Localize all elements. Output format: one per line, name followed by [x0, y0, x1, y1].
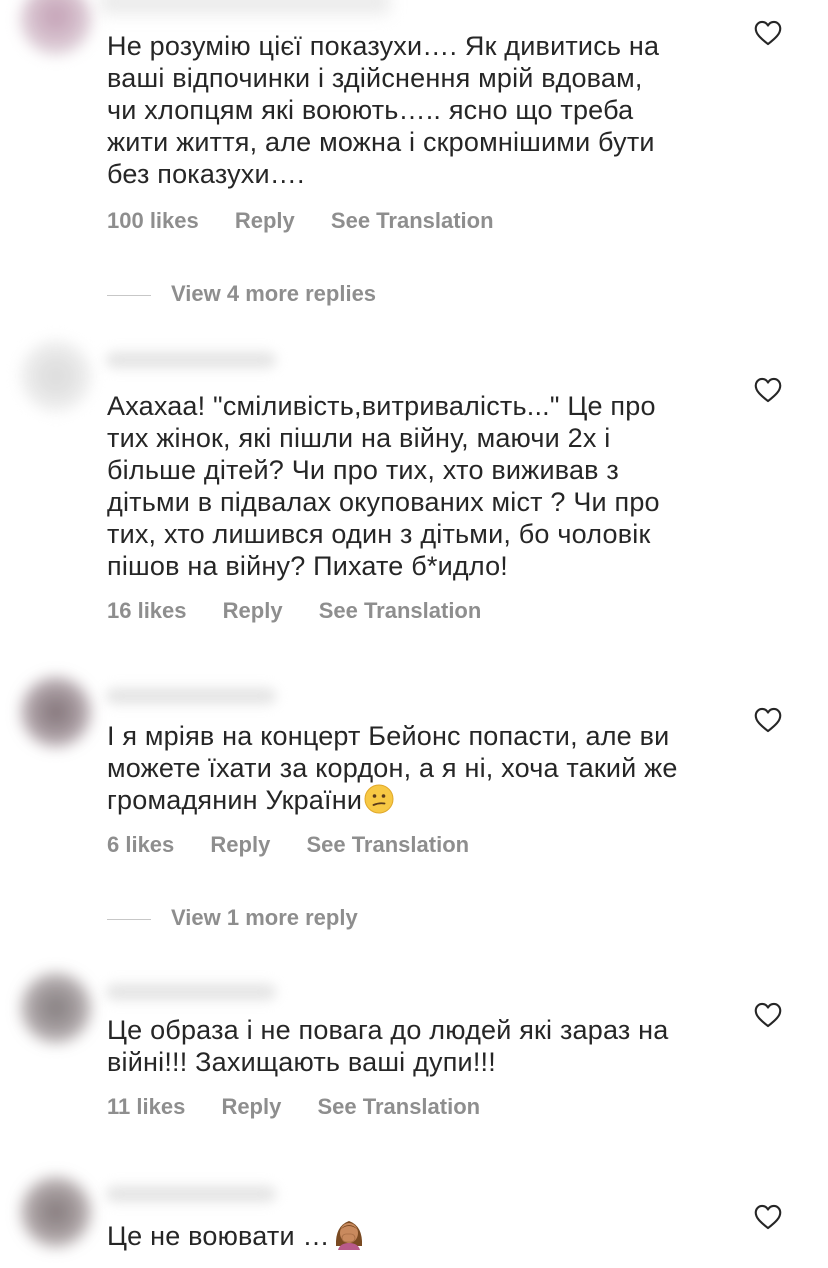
heart-outline-icon[interactable]: [754, 1204, 782, 1230]
likes-count[interactable]: 100 likes: [107, 208, 199, 233]
see-translation-button[interactable]: See Translation: [319, 598, 482, 623]
blurred-username-top: [100, 0, 390, 14]
likes-count[interactable]: 11 likes: [107, 1094, 185, 1119]
avatar[interactable]: [20, 0, 92, 56]
heart-outline-icon[interactable]: [754, 707, 782, 733]
see-translation-button[interactable]: See Translation: [317, 1094, 480, 1119]
reply-button[interactable]: Reply: [221, 1094, 281, 1119]
woman-facepalming-emoji-icon: [335, 1221, 362, 1250]
comment-actions: 11 likes Reply See Translation: [107, 1094, 510, 1120]
reply-button[interactable]: Reply: [223, 598, 283, 623]
reply-button[interactable]: Reply: [235, 208, 295, 233]
blurred-username: [106, 1186, 276, 1202]
comment-text: Це не воювати …: [107, 1216, 727, 1252]
view-more-replies[interactable]: View 4 more replies: [107, 281, 376, 307]
likes-count[interactable]: 6 likes: [107, 832, 174, 857]
view-more-replies[interactable]: View 1 more reply: [107, 905, 358, 931]
avatar[interactable]: [20, 340, 92, 412]
avatar[interactable]: [20, 676, 92, 748]
comment-actions: 6 likes Reply See Translation: [107, 832, 499, 858]
comment-text: Не розумію цієї показухи…. Як дивитись н…: [107, 31, 660, 189]
comment-text-content: Це не воювати …: [107, 1221, 330, 1251]
avatar[interactable]: [20, 1176, 92, 1248]
reply-button[interactable]: Reply: [210, 832, 270, 857]
comment-actions: 16 likes Reply See Translation: [107, 598, 511, 624]
view-more-label: View 1 more reply: [171, 905, 358, 930]
confused-face-emoji-icon: [364, 784, 394, 814]
see-translation-button[interactable]: See Translation: [331, 208, 494, 233]
heart-outline-icon[interactable]: [754, 1002, 782, 1028]
comment-text: Ахахаа! "сміливість,витривалість..." Це …: [107, 391, 660, 581]
blurred-username: [106, 984, 276, 1000]
likes-count[interactable]: 16 likes: [107, 598, 187, 623]
see-translation-button[interactable]: See Translation: [306, 832, 469, 857]
view-more-label: View 4 more replies: [171, 281, 377, 306]
comment-text: І я мріяв на концерт Бейонс попасти, але…: [107, 720, 727, 816]
comment-text: Це образа і не повага до людей які зараз…: [107, 1015, 669, 1077]
comment-actions: 100 likes Reply See Translation: [107, 208, 524, 234]
divider-line: [107, 294, 151, 296]
blurred-username: [106, 352, 276, 368]
divider-line: [107, 918, 151, 920]
heart-outline-icon[interactable]: [754, 377, 782, 403]
blurred-username: [106, 688, 276, 704]
heart-outline-icon[interactable]: [754, 20, 782, 46]
avatar[interactable]: [20, 972, 92, 1044]
